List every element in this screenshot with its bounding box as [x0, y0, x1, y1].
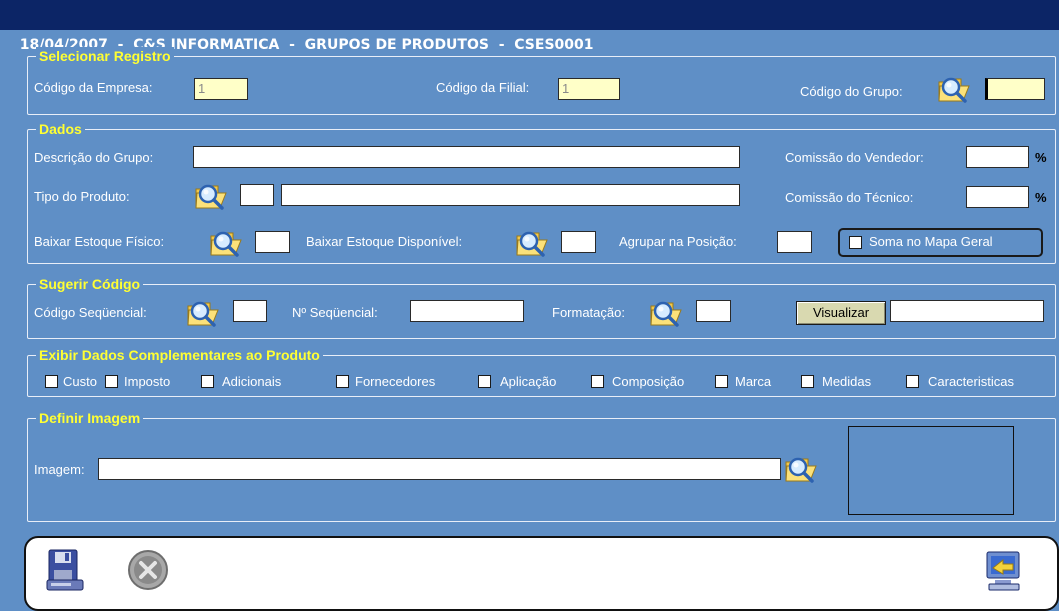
legend-selecionar-registro: Selecionar Registro — [36, 47, 174, 65]
label-formatacao: Formatação: — [552, 305, 625, 320]
label-numero-sequencial: Nº Seqüencial: — [292, 305, 378, 320]
image-preview-box — [848, 426, 1014, 515]
label-codigo-sequencial: Código Seqüencial: — [34, 305, 147, 320]
comissao-vendedor-field[interactable] — [966, 146, 1029, 168]
percent-sign-tecnico: % — [1035, 190, 1047, 205]
bottom-toolbar — [24, 536, 1059, 611]
descricao-grupo-field[interactable] — [193, 146, 740, 168]
checkbox-composicao[interactable] — [591, 375, 604, 388]
checkbox-marca[interactable] — [715, 375, 728, 388]
baixar-estoque-fisico-field[interactable] — [255, 231, 290, 253]
checkbox-medidas[interactable] — [801, 375, 814, 388]
label-marca: Marca — [735, 374, 772, 389]
baixar-estoque-disponivel-field[interactable] — [561, 231, 596, 253]
save-disk-icon[interactable] — [45, 546, 85, 594]
label-baixar-estoque-fisico: Baixar Estoque Físico: — [34, 234, 165, 249]
legend-definir-imagem: Definir Imagem — [36, 409, 144, 427]
checkbox-caracteristicas[interactable] — [906, 375, 919, 388]
legend-sugerir-codigo: Sugerir Código — [36, 275, 144, 293]
label-comissao-vendedor: Comissão do Vendedor: — [785, 150, 924, 165]
label-caracteristicas: Caracteristicas — [928, 374, 1014, 389]
label-medidas: Medidas — [822, 374, 872, 389]
checkbox-fornecedores[interactable] — [336, 375, 349, 388]
label-codigo-empresa: Código da Empresa: — [34, 80, 153, 95]
label-tipo-produto: Tipo do Produto: — [34, 189, 130, 204]
checkbox-aplicacao[interactable] — [478, 375, 491, 388]
numero-sequencial-field[interactable] — [410, 300, 524, 322]
label-agrupar-posicao: Agrupar na Posição: — [619, 234, 737, 249]
legend-dados: Dados — [36, 120, 85, 138]
label-soma-mapa-geral: Soma no Mapa Geral — [869, 234, 993, 249]
folder-search-icon[interactable] — [515, 227, 549, 257]
cancel-x-icon[interactable] — [126, 548, 170, 592]
label-fornecedores: Fornecedores — [355, 374, 436, 389]
codigo-sequencial-field[interactable] — [233, 300, 267, 322]
imagem-path-field[interactable] — [98, 458, 781, 480]
window-title-bar: 18/04/2007 - C&S INFORMATICA - GRUPOS DE… — [0, 0, 1059, 53]
agrupar-posicao-field[interactable] — [777, 231, 812, 253]
tipo-produto-desc-field[interactable] — [281, 184, 740, 206]
checkbox-custo[interactable] — [45, 375, 58, 388]
label-descricao-grupo: Descrição do Grupo: — [34, 150, 154, 165]
soma-mapa-geral-checkbox[interactable] — [849, 236, 862, 249]
folder-search-icon[interactable] — [784, 453, 818, 483]
label-custo: Custo — [63, 374, 97, 389]
visualizar-button[interactable]: Visualizar — [796, 301, 886, 325]
folder-search-icon[interactable] — [186, 297, 220, 327]
folder-search-icon[interactable] — [209, 227, 243, 257]
label-adicionais: Adicionais — [222, 374, 282, 389]
label-imposto: Imposto — [124, 374, 171, 389]
legend-exibir-dados: Exibir Dados Complementares ao Produto — [36, 346, 323, 364]
checkbox-adicionais[interactable] — [201, 375, 214, 388]
comissao-tecnico-field[interactable] — [966, 186, 1029, 208]
percent-sign-vendedor: % — [1035, 150, 1047, 165]
codigo-grupo-field[interactable] — [985, 78, 1045, 100]
label-composicao: Composição — [612, 374, 685, 389]
formatacao-field[interactable] — [696, 300, 731, 322]
codigo-filial-field[interactable]: 1 — [558, 78, 620, 100]
folder-search-icon[interactable] — [937, 73, 971, 103]
exit-computer-icon[interactable] — [983, 546, 1025, 594]
visualizar-result-field[interactable] — [890, 300, 1044, 322]
folder-search-icon[interactable] — [194, 180, 228, 210]
tipo-produto-code-field[interactable] — [240, 184, 274, 206]
folder-search-icon[interactable] — [649, 297, 683, 327]
label-aplicacao: Aplicação — [500, 374, 557, 389]
label-imagem: Imagem: — [34, 462, 85, 477]
label-comissao-tecnico: Comissão do Técnico: — [785, 190, 914, 205]
label-baixar-estoque-disponivel: Baixar Estoque Disponível: — [306, 234, 463, 249]
codigo-empresa-field[interactable]: 1 — [194, 78, 248, 100]
label-codigo-filial: Código da Filial: — [436, 80, 530, 95]
label-codigo-grupo: Código do Grupo: — [800, 84, 903, 99]
checkbox-imposto[interactable] — [105, 375, 118, 388]
